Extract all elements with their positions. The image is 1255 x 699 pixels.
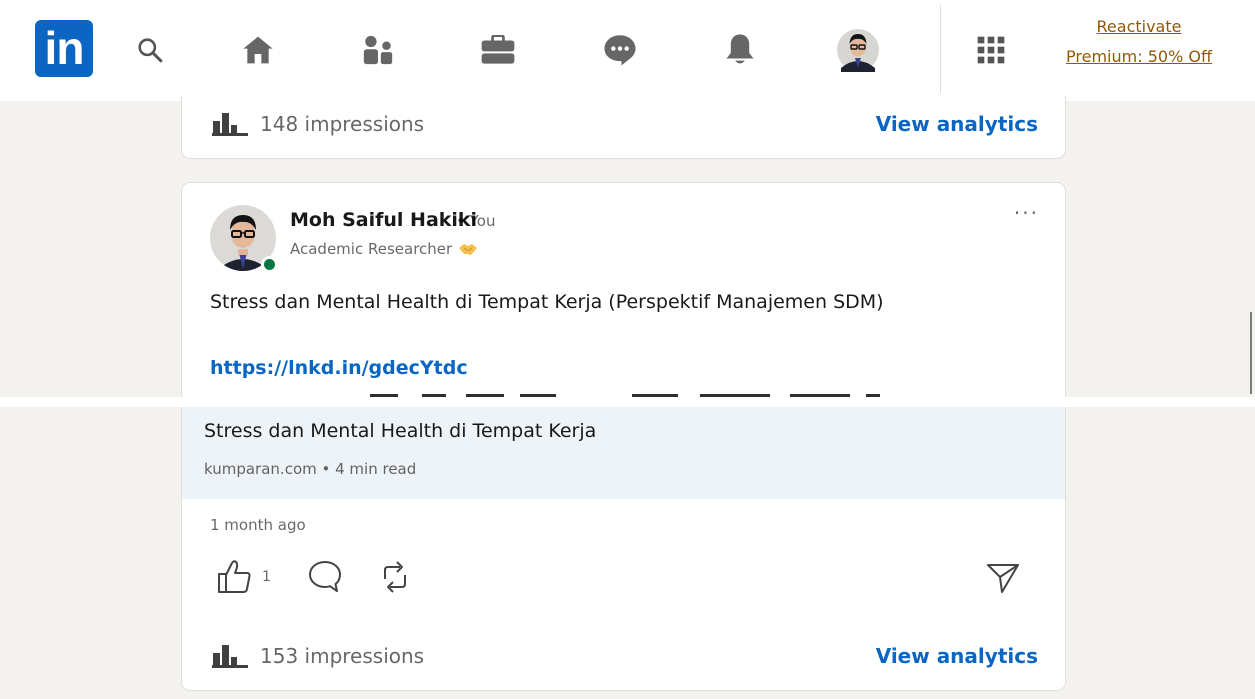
post-link[interactable]: https://lnkd.in/gdecYtdc <box>210 357 468 379</box>
handshake-emoji-icon <box>459 244 478 255</box>
profile-avatar[interactable] <box>836 28 880 72</box>
article-title: Stress dan Mental Health di Tempat Kerja <box>204 420 597 442</box>
post-card: Moh Saiful Hakiki • You Academic Researc… <box>181 182 1066 398</box>
analytics-bar-icon <box>212 113 248 136</box>
comment-button[interactable] <box>306 559 344 595</box>
search-icon[interactable] <box>128 28 172 72</box>
author-headline: Academic Researcher <box>290 240 478 258</box>
previous-post-card: 148 impressions View analytics <box>181 96 1066 159</box>
article-preview[interactable]: Stress dan Mental Health di Tempat Kerja… <box>182 407 1065 499</box>
post-text: Stress dan Mental Health di Tempat Kerja… <box>210 291 884 313</box>
work-grid-icon[interactable] <box>969 28 1013 72</box>
linkedin-logo[interactable]: in <box>35 20 93 77</box>
top-navigation: in Reactivate Premium: 50% Off <box>0 0 1255 101</box>
impressions-row[interactable]: 148 impressions <box>212 112 424 136</box>
like-count: 1 <box>262 569 271 585</box>
more-options-button[interactable]: ··· <box>1014 201 1039 225</box>
my-network-icon[interactable] <box>356 28 400 72</box>
impressions-count: 153 impressions <box>260 644 425 668</box>
nav-divider <box>940 5 941 93</box>
send-icon <box>987 564 1019 593</box>
impressions-count: 148 impressions <box>260 112 425 136</box>
messaging-icon[interactable] <box>598 28 642 72</box>
analytics-bar-icon <box>212 645 248 668</box>
comment-icon <box>309 561 341 592</box>
post-timestamp: 1 month ago <box>210 516 306 534</box>
repost-icon <box>384 561 406 593</box>
view-analytics-link[interactable]: View analytics <box>876 112 1038 136</box>
notifications-icon[interactable] <box>718 28 762 72</box>
impressions-row[interactable]: 153 impressions <box>212 644 424 668</box>
home-icon[interactable] <box>236 28 280 72</box>
repost-button[interactable] <box>376 559 414 595</box>
jobs-icon[interactable] <box>476 28 520 72</box>
view-analytics-link[interactable]: View analytics <box>876 644 1038 668</box>
send-button[interactable] <box>984 559 1022 595</box>
post-card-footer: Stress dan Mental Health di Tempat Kerja… <box>181 407 1066 691</box>
thumbs-up-icon <box>218 560 251 593</box>
image-preview-fragment <box>370 394 890 397</box>
reactivate-premium-link[interactable]: Reactivate Premium: 50% Off <box>1066 12 1212 72</box>
online-status-dot <box>261 256 278 273</box>
scrollbar[interactable] <box>1250 312 1252 394</box>
author-name[interactable]: Moh Saiful Hakiki <box>290 209 477 231</box>
like-button[interactable]: 1 <box>216 559 271 595</box>
screenshot-splice-gap <box>0 397 1255 407</box>
author-relation: • You <box>456 212 496 230</box>
article-meta: kumparan.com • 4 min read <box>204 460 417 478</box>
headline-text: Academic Researcher <box>290 240 453 258</box>
